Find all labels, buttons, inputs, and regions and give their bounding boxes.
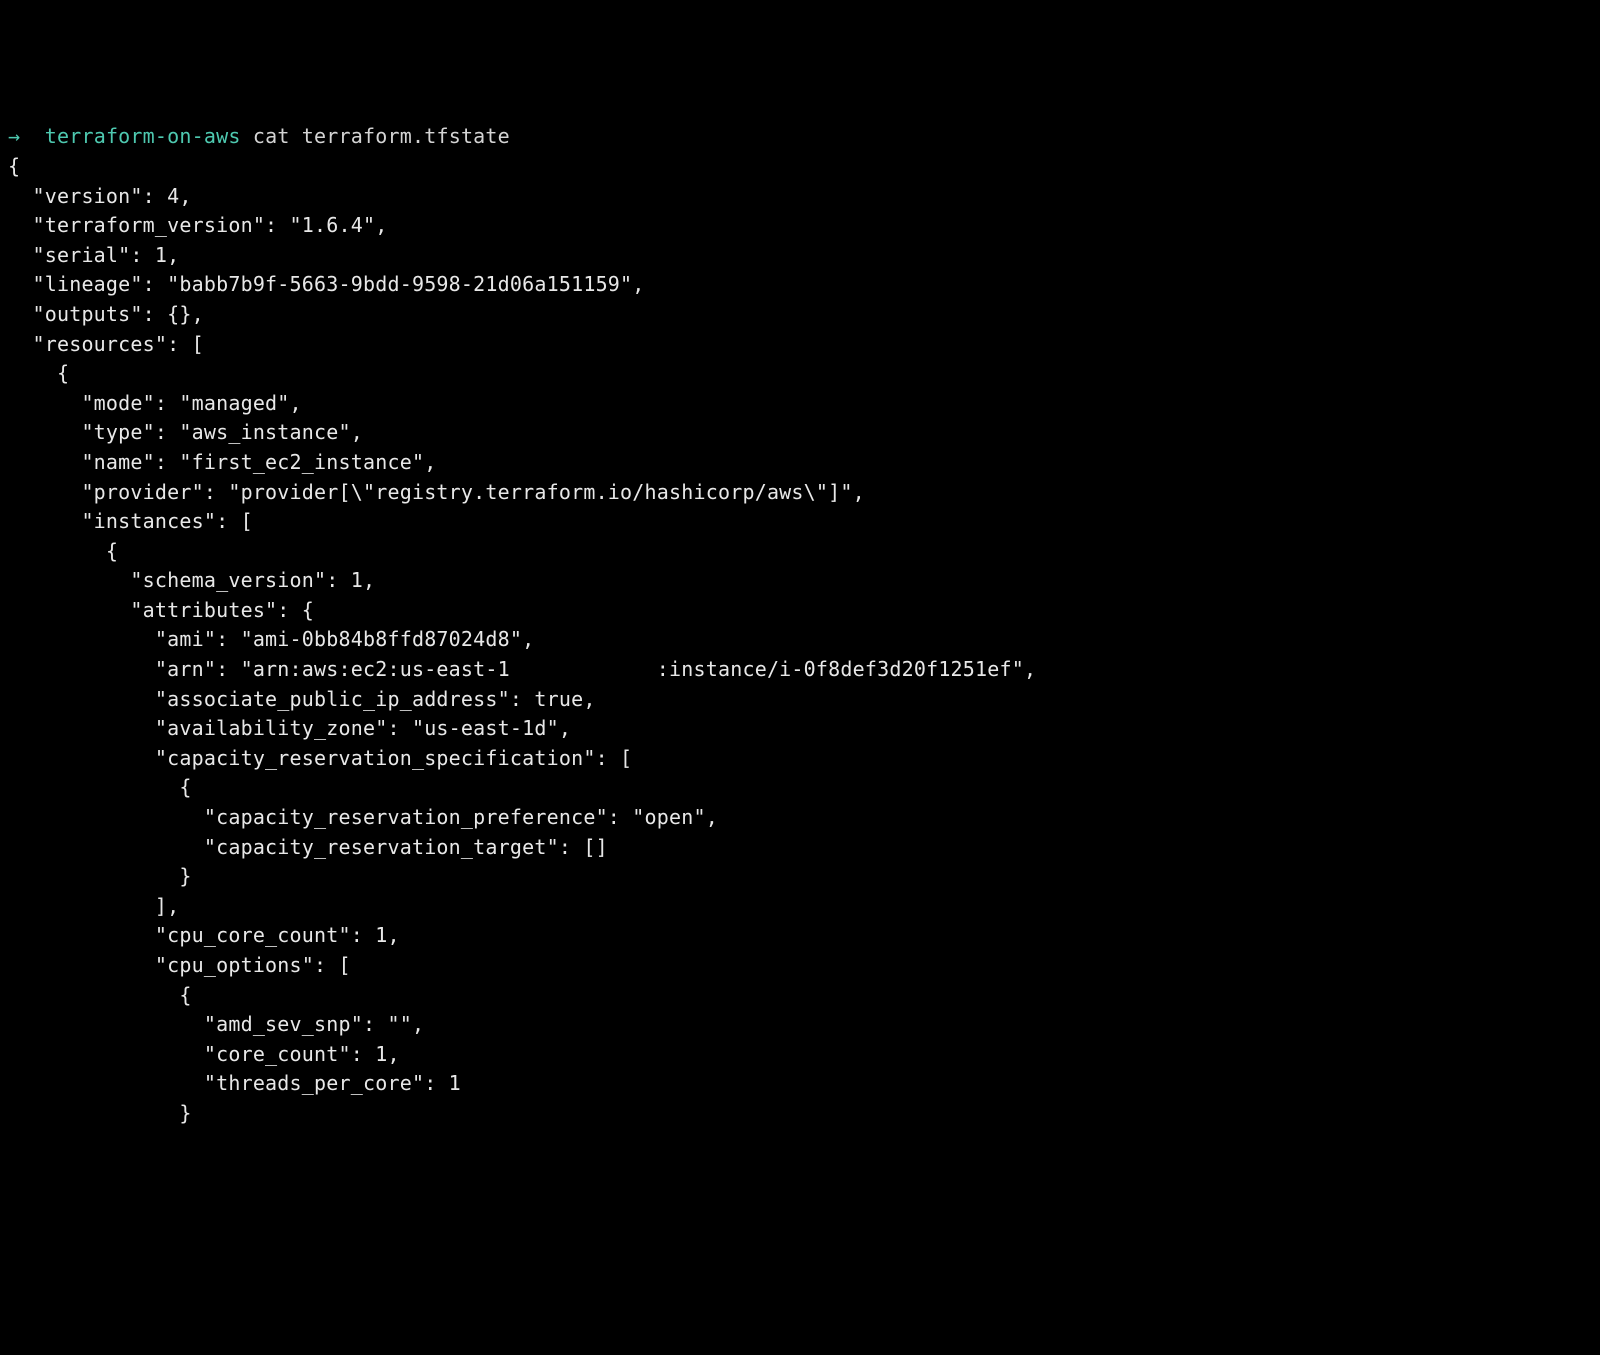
output-line: "ami": "ami-0bb84b8ffd87024d8", (8, 627, 534, 651)
output-line: "associate_public_ip_address": true, (8, 687, 596, 711)
output-line: "capacity_reservation_specification": [ (8, 746, 632, 770)
output-line: "type": "aws_instance", (8, 420, 363, 444)
output-line: "core_count": 1, (8, 1042, 400, 1066)
arrow-icon: → (8, 124, 20, 148)
output-line: "schema_version": 1, (8, 568, 375, 592)
output-line: { (8, 983, 192, 1007)
output-line: } (8, 1101, 192, 1125)
output-line: "cpu_options": [ (8, 953, 351, 977)
output-line: "capacity_reservation_preference": "open… (8, 805, 718, 829)
output-line: "mode": "managed", (8, 391, 302, 415)
output-line: "serial": 1, (8, 243, 179, 267)
output-line: "amd_sev_snp": "", (8, 1012, 424, 1036)
prompt-line: → terraform-on-aws cat terraform.tfstate (8, 124, 510, 148)
output-line: { (8, 539, 118, 563)
output-line: "cpu_core_count": 1, (8, 923, 400, 947)
output-line: "resources": [ (8, 332, 204, 356)
output-line: "name": "first_ec2_instance", (8, 450, 436, 474)
output-line: "lineage": "babb7b9f-5663-9bdd-9598-21d0… (8, 272, 645, 296)
output-line: "outputs": {}, (8, 302, 204, 326)
output-line: "capacity_reservation_target": [] (8, 835, 608, 859)
output-line: ], (8, 894, 179, 918)
output-line: "version": 4, (8, 184, 192, 208)
output-line: "provider": "provider[\"registry.terrafo… (8, 480, 865, 504)
output-line: "availability_zone": "us-east-1d", (8, 716, 571, 740)
terminal[interactable]: → terraform-on-aws cat terraform.tfstate… (8, 122, 1592, 1128)
output-line: "threads_per_core": 1 (8, 1071, 461, 1095)
output-line: "terraform_version": "1.6.4", (8, 213, 387, 237)
command-text: cat terraform.tfstate (253, 124, 510, 148)
output-line: "arn": "arn:aws:ec2:us-east-1 :instance/… (8, 657, 1036, 681)
output-line: { (8, 154, 20, 178)
output-line: } (8, 864, 192, 888)
output-line: "attributes": { (8, 598, 314, 622)
output-line: "instances": [ (8, 509, 253, 533)
output-line: { (8, 361, 69, 385)
prompt-directory: terraform-on-aws (45, 124, 241, 148)
output-line: { (8, 775, 192, 799)
